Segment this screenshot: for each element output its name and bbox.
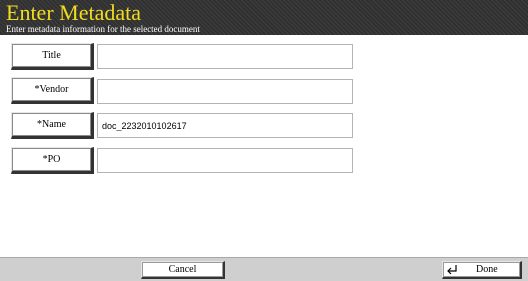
po-button[interactable]: *PO (11, 147, 94, 174)
done-button[interactable]: Done (442, 261, 522, 279)
done-label: Done (476, 264, 498, 275)
enter-icon (446, 264, 462, 275)
footer-bar: Cancel Done (0, 257, 528, 281)
cancel-button[interactable]: Cancel (141, 261, 225, 279)
name-field[interactable] (97, 113, 353, 138)
vendor-button[interactable]: *Vendor (11, 77, 94, 104)
title-button[interactable]: Title (11, 43, 94, 70)
vendor-field[interactable] (97, 79, 353, 104)
title-field[interactable] (97, 44, 353, 69)
po-field[interactable] (97, 148, 353, 173)
page-subtitle: Enter metadata information for the selec… (6, 24, 200, 34)
name-button[interactable]: *Name (11, 112, 94, 139)
header-bar: Enter Metadata Enter metadata informatio… (0, 0, 528, 35)
page-title: Enter Metadata (6, 0, 141, 25)
